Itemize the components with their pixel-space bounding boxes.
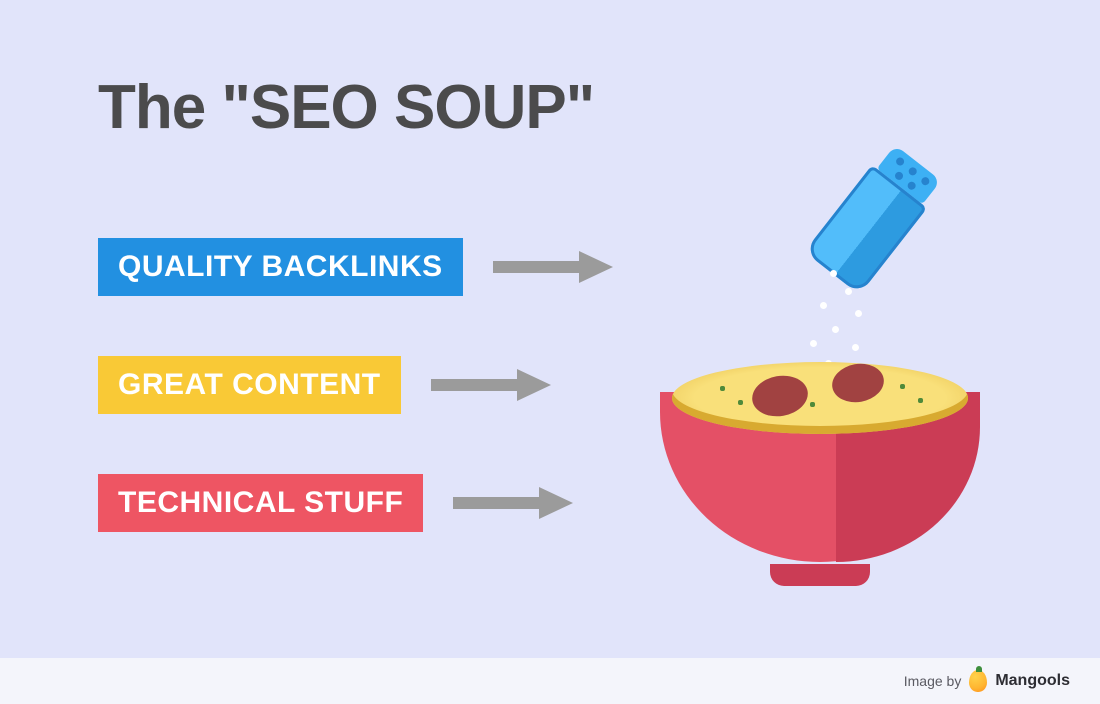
salt-shaker-icon: [804, 141, 945, 294]
label-row-backlinks: QUALITY BACKLINKS: [98, 238, 613, 296]
attribution-brand: Mangools: [995, 672, 1070, 690]
seo-soup-illustration: [620, 160, 1050, 620]
soup-bowl-icon: [660, 380, 980, 580]
label-content: GREAT CONTENT: [98, 356, 401, 414]
page-title: The "SEO SOUP": [98, 72, 594, 143]
attribution-footer: Image by Mangools: [0, 658, 1100, 704]
arrow-icon: [493, 251, 613, 283]
attribution-prefix: Image by: [904, 673, 962, 689]
arrow-icon: [453, 487, 573, 519]
label-row-technical: TECHNICAL STUFF: [98, 474, 613, 532]
label-column: QUALITY BACKLINKS GREAT CONTENT TECHNICA…: [98, 238, 613, 532]
mangools-logo-icon: [969, 670, 987, 692]
label-technical: TECHNICAL STUFF: [98, 474, 423, 532]
label-row-content: GREAT CONTENT: [98, 356, 613, 414]
label-backlinks: QUALITY BACKLINKS: [98, 238, 463, 296]
arrow-icon: [431, 369, 551, 401]
